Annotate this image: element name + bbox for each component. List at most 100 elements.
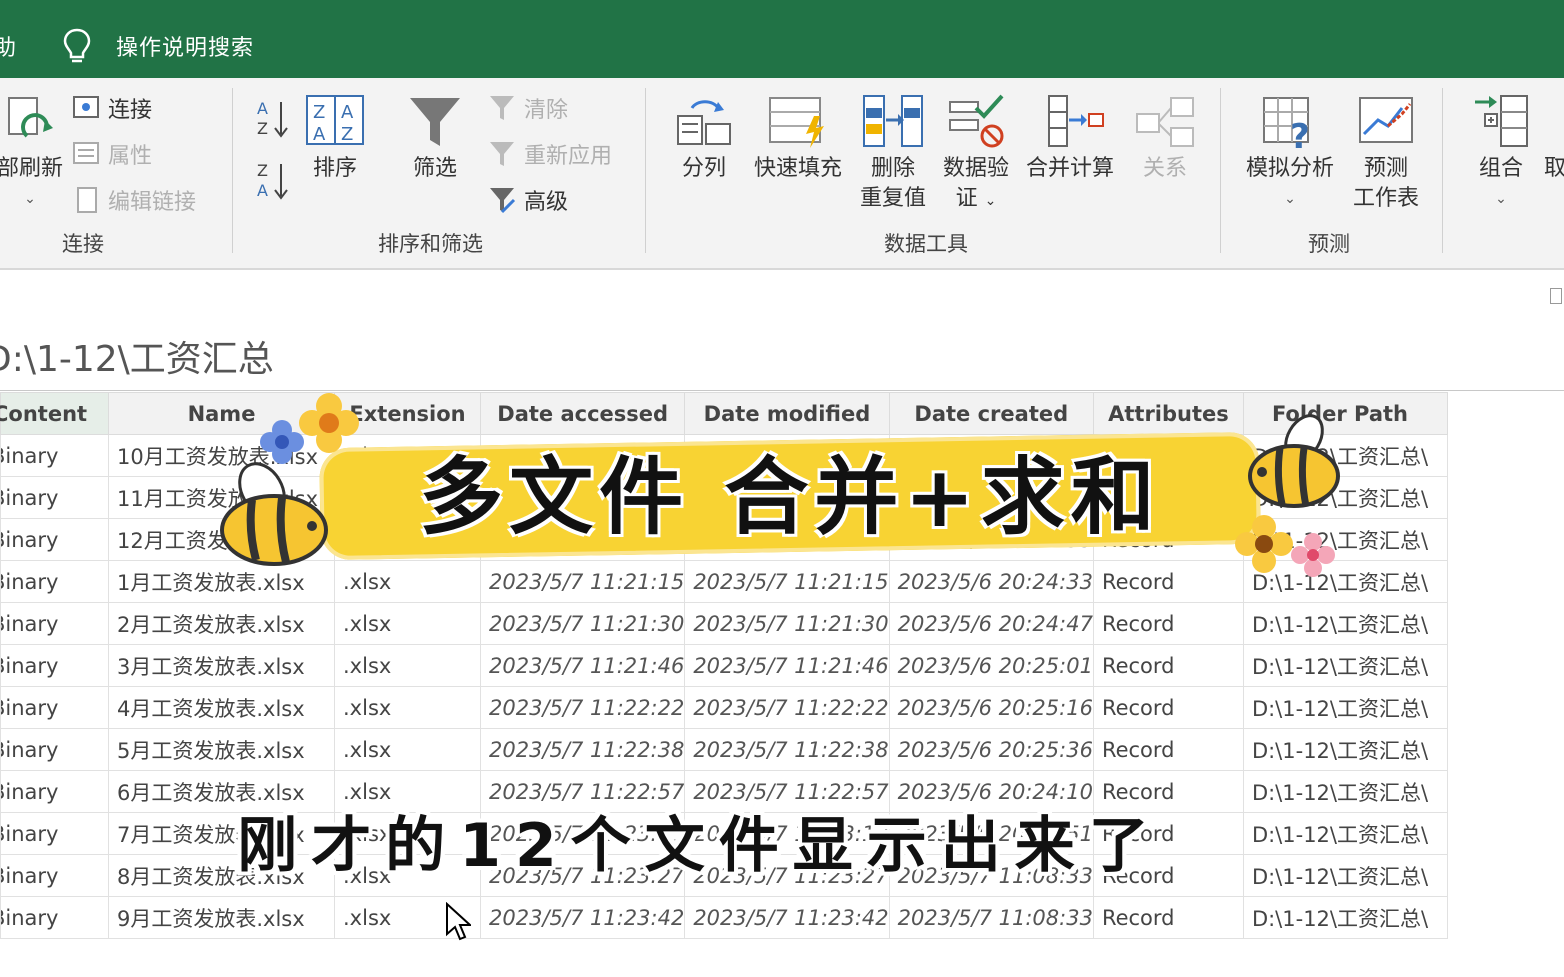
relationships-button[interactable]: 关系 — [1130, 94, 1200, 184]
refresh-all-button[interactable]: 部刷新 ⌄ — [0, 94, 70, 214]
advanced-filter-icon — [490, 188, 516, 214]
edit-links-label: 编辑链接 — [108, 190, 197, 215]
column-header[interactable]: Date modified — [684, 392, 890, 435]
column-header[interactable]: Date created — [888, 392, 1094, 435]
connections-button[interactable]: 连接 — [72, 92, 152, 124]
bee-sticker-icon — [220, 462, 328, 566]
ungroup-button[interactable]: 取 — [1544, 154, 1564, 184]
attributes-cell[interactable]: Record — [1092, 770, 1244, 813]
date-accessed-cell: 2023/5/7 11:22:57 — [479, 770, 686, 813]
content-cell[interactable]: Binary — [0, 518, 109, 561]
svg-text:A: A — [257, 99, 268, 118]
reapply-button[interactable]: 重新应用 — [488, 138, 612, 170]
data-validation-label-2: 证 — [955, 186, 978, 211]
folder-path-cell: D:\1-12\工资汇总\ — [1242, 812, 1448, 855]
sort-button[interactable]: Z A A Z 排序 — [300, 94, 370, 184]
column-header[interactable]: Date accessed — [479, 392, 686, 435]
date-created-cell: 2023/5/6 20:24:33 — [888, 560, 1094, 603]
attributes-cell[interactable]: Record — [1092, 686, 1244, 729]
group-label: 组合 — [1478, 156, 1523, 181]
text-to-columns-button[interactable]: 分列 — [672, 94, 736, 184]
date-created-cell: 2023/5/6 20:24:47 — [888, 602, 1094, 645]
remove-duplicates-icon — [863, 95, 923, 147]
data-validation-label-1: 数据验 — [942, 156, 1009, 181]
date-created-cell: 2023/5/6 20:25:01 — [888, 644, 1094, 687]
flash-fill-button[interactable]: 快速填充 — [750, 94, 846, 184]
content-cell[interactable]: Binary — [0, 770, 109, 813]
clear-filter-button[interactable]: 清除 — [488, 92, 568, 124]
properties-button[interactable]: 属性 — [72, 138, 152, 170]
content-cell[interactable]: Binary — [0, 434, 109, 477]
what-if-analysis-button[interactable]: ? 模拟分析 ⌄ — [1240, 94, 1340, 214]
name-cell: 4月工资发放表.xlsx — [108, 686, 335, 729]
date-modified-cell: 2023/5/7 11:21:30 — [684, 602, 890, 645]
extension-cell: .xlsx — [334, 560, 481, 603]
consolidate-icon — [1048, 95, 1104, 147]
tell-me-search[interactable]: 操作说明搜索 — [116, 30, 254, 62]
attributes-cell[interactable]: Record — [1092, 560, 1244, 603]
reapply-icon — [490, 142, 514, 166]
folder-path-cell: D:\1-12\工资汇总\ — [1242, 770, 1448, 813]
split-label: 分列 — [681, 156, 726, 181]
column-header[interactable]: Attributes — [1092, 392, 1244, 435]
svg-text:Z: Z — [257, 119, 268, 138]
name-cell: 2月工资发放表.xlsx — [108, 602, 335, 645]
folder-path-cell: D:\1-12\工资汇总\ — [1242, 602, 1448, 645]
content-cell[interactable]: Binary — [0, 728, 109, 771]
date-accessed-cell: 2023/5/7 11:21:15 — [479, 560, 686, 603]
filter-button[interactable]: 筛选 — [400, 94, 470, 184]
date-created-cell: 2023/5/6 20:24:10 — [888, 770, 1094, 813]
group-label-sort-filter: 排序和筛选 — [378, 232, 483, 256]
refresh-icon — [8, 97, 53, 138]
group-divider — [232, 88, 233, 253]
name-cell: 5月工资发放表.xlsx — [108, 728, 335, 771]
content-cell[interactable]: Binary — [0, 476, 109, 519]
svg-text:Z: Z — [341, 124, 353, 145]
folder-path-cell: D:\1-12\工资汇总\ — [1242, 896, 1448, 939]
what-if-analysis-label: 模拟分析 — [1245, 156, 1334, 181]
data-validation-button[interactable]: 数据验 证 ⌄ — [938, 94, 1014, 216]
extension-cell: .xlsx — [334, 644, 481, 687]
bee-sticker-icon — [1248, 414, 1340, 508]
folder-path-cell: D:\1-12\工资汇总\ — [1242, 644, 1448, 687]
attributes-cell[interactable]: Record — [1092, 728, 1244, 771]
attributes-cell[interactable]: Record — [1092, 602, 1244, 645]
svg-text:?: ? — [1290, 117, 1310, 150]
attributes-cell[interactable]: Record — [1092, 896, 1244, 939]
group-button[interactable]: 组合 ⌄ — [1466, 94, 1536, 214]
title-bar: 助 操作说明搜索 — [0, 0, 1564, 78]
yellow-flower-icon — [1235, 515, 1293, 573]
edit-links-button[interactable]: 编辑链接 — [76, 184, 196, 216]
date-accessed-cell: 2023/5/7 11:21:46 — [479, 644, 686, 687]
group-rows-icon — [1475, 95, 1528, 147]
forecast-sheet-button[interactable]: 预测 工作表 — [1348, 94, 1424, 214]
content-cell[interactable]: Binary — [0, 812, 109, 855]
relationships-label: 关系 — [1142, 156, 1187, 181]
content-cell[interactable]: Binary — [0, 854, 109, 897]
table-row: Binary5月工资发放表.xlsx.xlsx2023/5/7 11:22:38… — [0, 728, 1448, 771]
column-header[interactable]: Content — [0, 392, 109, 435]
lightbulb-icon — [63, 28, 91, 63]
content-cell[interactable]: Binary — [0, 896, 109, 939]
content-cell[interactable]: Binary — [0, 560, 109, 603]
content-cell[interactable]: Binary — [0, 602, 109, 645]
consolidate-button[interactable]: 合并计算 — [1022, 94, 1118, 184]
flash-fill-label: 快速填充 — [753, 156, 842, 181]
date-created-cell: 2023/5/6 20:25:16 — [888, 686, 1094, 729]
sort-descending-icon[interactable]: Z A — [255, 160, 291, 202]
title-banner: 多文件 合并+求和 — [319, 431, 1261, 562]
group-divider — [645, 88, 646, 253]
help-tab-fragment[interactable]: 助 — [0, 30, 16, 62]
advanced-label: 高级 — [524, 190, 569, 215]
content-cell[interactable]: Binary — [0, 686, 109, 729]
content-cell[interactable]: Binary — [0, 644, 109, 687]
sort-ascending-icon[interactable]: A Z — [255, 98, 291, 140]
remove-duplicates-button[interactable]: 删除 重复值 — [854, 94, 932, 214]
table-row: Binary6月工资发放表.xlsx.xlsx2023/5/7 11:22:57… — [0, 770, 1448, 813]
advanced-filter-button[interactable]: 高级 — [488, 184, 568, 216]
date-modified-cell: 2023/5/7 11:23:42 — [684, 896, 890, 939]
restore-icon[interactable] — [1550, 288, 1562, 304]
date-created-cell: 2023/5/7 11:08:33 — [888, 896, 1094, 939]
sort-label: 排序 — [312, 156, 357, 181]
attributes-cell[interactable]: Record — [1092, 644, 1244, 687]
